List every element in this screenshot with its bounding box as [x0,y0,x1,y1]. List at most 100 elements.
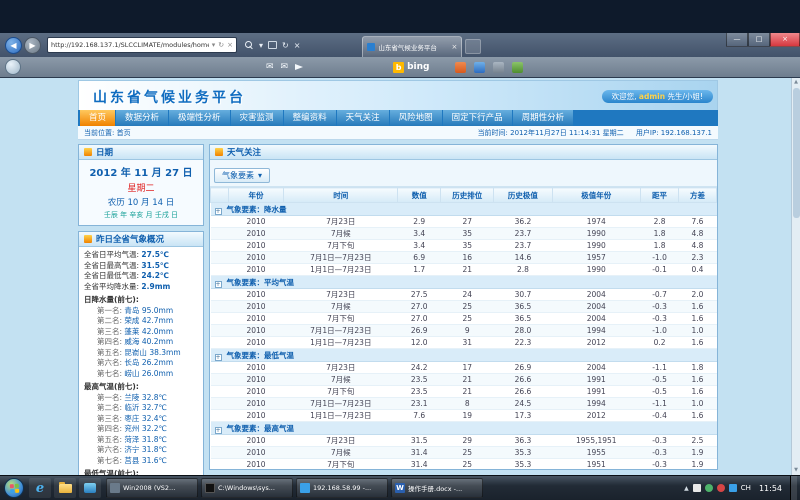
bing-logo[interactable]: b bing [393,62,429,73]
start-button[interactable] [4,478,24,498]
table-cell: 1.8 [679,362,717,374]
nav-item-极端性分析[interactable]: 极端性分析 [169,110,230,126]
table-cell: 1月1日—7月23日 [284,337,398,349]
table-cell: 7月1日—7月23日 [284,325,398,337]
expander-icon[interactable]: + [215,281,222,288]
nav-item-固定下行产品[interactable]: 固定下行产品 [443,110,512,126]
table-header-cell: 年份 [228,188,284,203]
table-group-row[interactable]: +气象要素：最低气温 [211,349,717,362]
stop-button-icon[interactable]: × [294,41,301,50]
page-viewport: ▲ ▼ 山东省气候业务平台 欢迎您, admin 先生/小姐! 首页数据分析极端… [0,78,800,475]
group-cell[interactable]: +气象要素：降水量 [211,203,717,216]
expander-icon[interactable]: + [215,354,222,361]
table-row: 20107月23日2.92736.219742.87.6 [211,216,717,228]
scroll-down-icon[interactable]: ▼ [792,466,800,475]
explorer-folder-icon[interactable] [54,478,76,498]
mail-icon[interactable]: ✉ [266,62,274,72]
close-button[interactable]: × [770,33,800,47]
table-cell: 1994 [552,398,641,410]
taskbar-window-button[interactable]: 192.168.58.99 -... [296,478,388,498]
media-app-icon[interactable] [79,478,101,498]
nav-item-灾害监测[interactable]: 灾害监测 [231,110,283,126]
tray-icon-3[interactable] [717,484,725,492]
nav-item-整编资料[interactable]: 整编资料 [284,110,336,126]
group-cell[interactable]: +气象要素：最低气温 [211,349,717,362]
search-icon[interactable] [245,41,254,50]
table-cell: 7月1日—7月23日 [284,252,398,264]
station-name: 青岛 [124,306,141,315]
bing-icon: b [393,62,404,73]
nav-item-天气关注[interactable]: 天气关注 [337,110,389,126]
group-cell[interactable]: +气象要素：平均气温 [211,276,717,289]
expander-icon[interactable]: + [215,208,222,215]
show-desktop-button[interactable] [790,476,797,500]
table-cell: 2010 [228,301,284,313]
browser-tab[interactable]: 山东省气候业务平台 × [362,36,462,57]
search-dropdown-icon[interactable]: ▾ [259,41,263,50]
table-cell: 21 [441,264,494,276]
taskbar-window-button[interactable]: W操作手册.docx -... [391,478,483,498]
table-cell: -0.4 [641,410,679,422]
table-group-row[interactable]: +气象要素：最高气温 [211,422,717,435]
element-filter-button[interactable]: 气象要素 ▾ [214,168,270,183]
table-cell: 2012 [552,410,641,422]
nav-item-周期性分析[interactable]: 周期性分析 [513,110,574,126]
taskbar-window-button[interactable]: Win2008 (VS2... [106,478,198,498]
refresh-button-icon[interactable]: ↻ [282,41,289,50]
taskbar-window-button[interactable]: C:\Windows\sys... [201,478,293,498]
table-header-row: 年份时间数值历史排位历史极值极值年份距平方差 [211,188,717,203]
toolbar-icon-green[interactable] [512,62,523,73]
network-icon[interactable] [729,484,737,492]
summary-panel-body: 全省日平均气温: 27.5℃全省日最高气温: 31.5℃全省日最低气温: 24.… [79,247,203,475]
scrollbar-thumb[interactable] [793,88,800,218]
nav-item-首页[interactable]: 首页 [80,110,115,126]
ie-icon[interactable]: e [29,478,51,498]
filter-button-label: 气象要素 [222,170,254,181]
rank-label: 第三名: [97,327,124,336]
quick-access-icon[interactable] [5,59,21,75]
ranking-item: 第一名: 兰陵 32.8℃ [84,393,198,404]
address-dropdown-icon[interactable]: ▾ [212,41,216,49]
tray-expand-icon[interactable]: ▲ [684,485,689,492]
scroll-up-icon[interactable]: ▲ [792,78,800,87]
table-cell: 23.5 [398,386,441,398]
browser-back-button[interactable]: ◀ [5,37,22,54]
refresh-icon[interactable]: ↻ [218,41,224,49]
table-cell: 2010 [228,410,284,422]
send-icon[interactable] [295,64,303,70]
toolbar-icon-grey[interactable] [493,62,504,73]
mail-icon[interactable]: ✉ [281,62,289,72]
browser-forward-button[interactable]: ▶ [24,37,41,54]
vertical-scrollbar[interactable]: ▲ ▼ [791,78,800,475]
language-indicator[interactable]: CH [741,484,751,492]
table-cell: 7月候 [284,447,398,459]
group-cell[interactable]: +气象要素：最高气温 [211,422,717,435]
toolbar-icon-blue[interactable] [474,62,485,73]
compatibility-view-icon[interactable] [268,41,277,49]
station-name: 长岛 [124,358,141,367]
new-tab-button[interactable] [465,39,481,54]
tab-close-icon[interactable]: × [452,43,458,51]
nav-item-风险地图[interactable]: 风险地图 [390,110,442,126]
table-cell: 25 [441,313,494,325]
stop-icon[interactable]: × [227,41,233,49]
minimize-button[interactable]: — [726,33,748,47]
table-group-row[interactable]: +气象要素：平均气温 [211,276,717,289]
tray-icon-1[interactable] [693,484,701,492]
stat-label: 全省日最高气温: [84,261,141,270]
address-url[interactable]: http://192.168.137.1/SLCCLIMATE/modules/… [51,41,209,49]
address-bar[interactable]: http://192.168.137.1/SLCCLIMATE/modules/… [47,37,237,53]
expander-icon[interactable]: + [215,427,222,434]
table-group-row[interactable]: +气象要素：降水量 [211,203,717,216]
weekday: 星期二 [79,181,203,194]
taskbar-window-buttons: Win2008 (VS2...C:\Windows\sys...192.168.… [106,478,483,498]
maximize-button[interactable]: □ [748,33,770,47]
rank-value: 32.7℃ [142,403,167,412]
tray-icon-2[interactable] [705,484,713,492]
tab-title[interactable]: 山东省气候业务平台 [378,42,448,52]
toolbar-icon-orange[interactable] [455,62,466,73]
table-cell: 36.3 [494,435,552,447]
taskbar-clock[interactable]: 11:54 [759,484,782,493]
station-name: 菏泽 [124,435,141,444]
nav-item-数据分析[interactable]: 数据分析 [116,110,168,126]
